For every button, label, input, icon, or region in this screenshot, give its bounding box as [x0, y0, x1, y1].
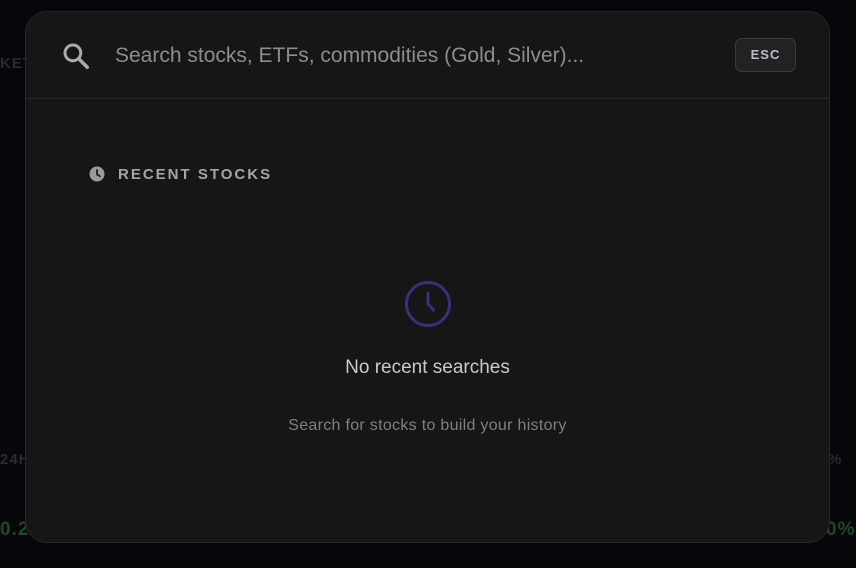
- section-title: RECENT STOCKS: [118, 165, 273, 183]
- recent-stocks-header: RECENT STOCKS: [89, 164, 272, 184]
- empty-state-subtitle: Search for stocks to build your history: [288, 417, 567, 434]
- clock-outline-icon: [405, 281, 451, 327]
- esc-button[interactable]: ESC: [735, 38, 796, 72]
- background-column-label-right: %: [828, 451, 843, 468]
- background-value-right: 0%: [826, 519, 856, 540]
- search-icon: [63, 43, 89, 69]
- clock-icon: [89, 166, 105, 182]
- empty-state-title: No recent searches: [345, 357, 510, 378]
- search-input[interactable]: [115, 36, 715, 76]
- search-modal: ESC RECENT STOCKS No recent searches Sea…: [25, 11, 830, 543]
- search-bar: ESC: [26, 12, 829, 99]
